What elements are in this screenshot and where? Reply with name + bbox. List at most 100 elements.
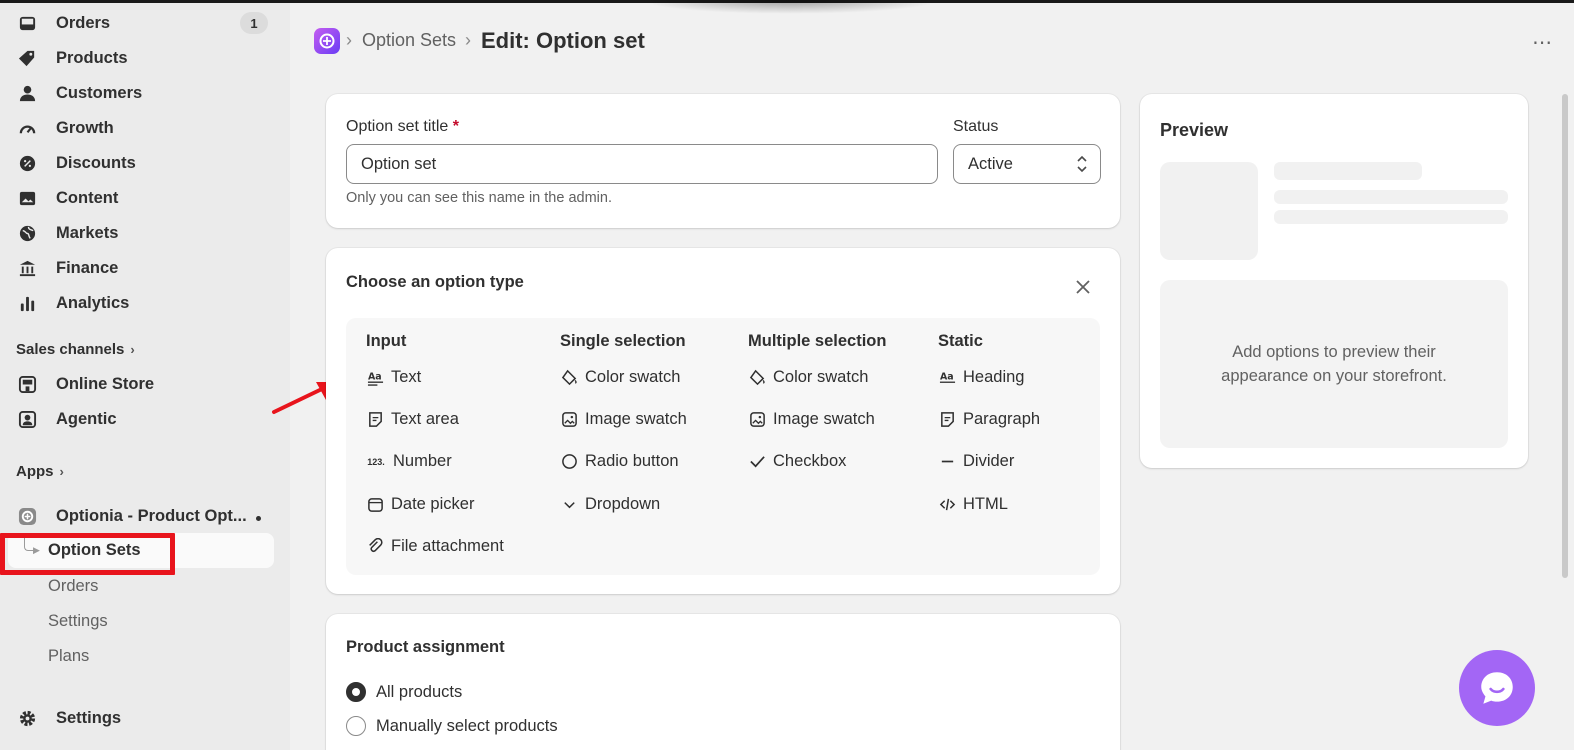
breadcrumb-separator-icon: › xyxy=(465,30,471,50)
sidebar-item-optionia-app[interactable]: Optionia - Product Opt... xyxy=(8,499,274,533)
sidebar-subitem-plans[interactable]: Plans xyxy=(48,647,89,666)
chat-launcher-button[interactable] xyxy=(1459,650,1535,726)
preview-image-skeleton xyxy=(1160,162,1258,260)
chevron-right-icon: › xyxy=(59,464,64,479)
app-status-dot xyxy=(256,516,261,521)
option-type-date-picker[interactable]: Date picker xyxy=(366,495,474,514)
option-type-file-attachment[interactable]: File attachment xyxy=(366,537,504,556)
preview-title: Preview xyxy=(1160,120,1229,140)
product-assignment-title: Product assignment xyxy=(346,638,505,656)
option-set-title-label: Option set title * xyxy=(346,118,459,135)
divider-icon xyxy=(938,453,956,471)
annotation-highlight-option-sets xyxy=(0,533,175,575)
sidebar-item-label: Markets xyxy=(56,223,119,242)
option-type-heading[interactable]: Aa Heading xyxy=(938,368,1024,387)
sidebar-subitem-settings[interactable]: Settings xyxy=(48,612,108,631)
chevron-right-icon: › xyxy=(130,342,135,357)
heading-icon: Aa xyxy=(938,369,956,387)
radio-all-products[interactable] xyxy=(346,682,366,702)
option-type-multi-color-swatch[interactable]: Color swatch xyxy=(748,368,868,387)
app-logo[interactable] xyxy=(314,28,340,54)
sidebar-item-content[interactable]: Content xyxy=(8,181,274,215)
sidebar-item-label: Settings xyxy=(56,708,122,727)
option-type-text[interactable]: Aa Text xyxy=(366,368,421,387)
option-type-single-image-swatch[interactable]: Image swatch xyxy=(560,410,687,429)
text-area-icon xyxy=(366,411,384,429)
sidebar-item-label: Discounts xyxy=(56,153,136,172)
sidebar-item-label: Content xyxy=(56,188,119,207)
sidebar-item-label: Products xyxy=(56,48,128,67)
apps-heading[interactable]: Apps › xyxy=(16,463,64,480)
status-select[interactable]: Active xyxy=(953,144,1101,184)
chat-bubble-icon xyxy=(1481,672,1513,704)
radio-manually-select-label[interactable]: Manually select products xyxy=(376,717,558,736)
number-icon: 123. xyxy=(367,456,385,467)
sidebar-item-markets[interactable]: Markets xyxy=(8,216,274,250)
sidebar-item-growth[interactable]: Growth xyxy=(8,111,274,145)
preview-empty-state: Add options to preview their appearance … xyxy=(1160,280,1508,448)
option-type-dropdown[interactable]: Dropdown xyxy=(560,495,660,514)
option-type-radio-button[interactable]: Radio button xyxy=(560,452,679,471)
preview-line-skeleton xyxy=(1274,210,1508,224)
breadcrumb-option-sets[interactable]: Option Sets xyxy=(362,30,456,51)
image-swatch-icon xyxy=(560,411,578,429)
paperclip-icon xyxy=(366,538,384,556)
sidebar-item-products[interactable]: Products xyxy=(8,41,274,75)
column-heading-multiple-selection: Multiple selection xyxy=(748,332,887,350)
sidebar-item-customers[interactable]: Customers xyxy=(8,76,274,110)
sidebar-item-label: Online Store xyxy=(56,374,155,393)
option-type-checkbox[interactable]: Checkbox xyxy=(748,452,846,471)
option-type-divider[interactable]: Divider xyxy=(938,452,1014,471)
column-heading-single-selection: Single selection xyxy=(560,332,686,350)
column-heading-static: Static xyxy=(938,332,983,350)
sidebar-item-agentic[interactable]: Agentic xyxy=(8,402,274,436)
option-type-number[interactable]: 123. Number xyxy=(366,452,451,471)
status-select-value: Active xyxy=(968,154,1013,173)
product-assignment-card: Product assignment All products Manually… xyxy=(326,614,1120,750)
person-icon xyxy=(16,82,38,104)
sidebar-item-label: Agentic xyxy=(56,409,117,428)
radio-all-products-label[interactable]: All products xyxy=(376,683,462,702)
sidebar: Orders 1 Products Customers Growth Disco… xyxy=(0,3,290,750)
option-type-paragraph[interactable]: Paragraph xyxy=(938,410,1040,429)
sidebar-item-label: Growth xyxy=(56,118,114,137)
sidebar-item-discounts[interactable]: Discounts xyxy=(8,146,274,180)
preview-line-skeleton xyxy=(1274,190,1508,204)
code-icon xyxy=(938,496,956,514)
text-icon: Aa xyxy=(366,369,384,387)
inbox-icon xyxy=(16,12,38,34)
option-set-title-input[interactable]: Option set xyxy=(346,144,938,184)
bar-chart-icon xyxy=(16,292,38,314)
option-type-single-color-swatch[interactable]: Color swatch xyxy=(560,368,680,387)
svg-text:Aa: Aa xyxy=(367,371,381,382)
gauge-icon xyxy=(16,117,38,139)
image-swatch-icon xyxy=(748,411,766,429)
sales-channels-heading[interactable]: Sales channels › xyxy=(16,341,135,358)
store-icon xyxy=(16,373,38,395)
title-help-text: Only you can see this name in the admin. xyxy=(346,190,612,206)
page-scrollbar[interactable] xyxy=(1562,94,1568,578)
paint-bucket-icon xyxy=(560,369,578,387)
app-icon xyxy=(16,505,38,527)
option-type-text-area[interactable]: Text area xyxy=(366,410,459,429)
top-shadow xyxy=(640,0,940,14)
close-icon[interactable] xyxy=(1074,278,1092,296)
page-title: Edit: Option set xyxy=(481,28,645,53)
sidebar-subitem-orders[interactable]: Orders xyxy=(48,577,98,596)
more-actions-button[interactable]: ⋯ xyxy=(1532,30,1553,55)
gear-icon xyxy=(16,707,38,729)
preview-card: Preview Add options to preview their app… xyxy=(1140,94,1528,468)
sidebar-item-label: Analytics xyxy=(56,293,130,312)
option-type-html[interactable]: HTML xyxy=(938,495,1008,514)
sidebar-item-analytics[interactable]: Analytics xyxy=(8,286,274,320)
sidebar-item-orders[interactable]: Orders 1 xyxy=(8,6,274,40)
chevron-down-icon xyxy=(560,496,578,514)
sidebar-item-finance[interactable]: Finance xyxy=(8,251,274,285)
column-heading-input: Input xyxy=(366,332,407,350)
bank-icon xyxy=(16,257,38,279)
breadcrumb-separator-icon: › xyxy=(346,30,352,50)
radio-manually-select[interactable] xyxy=(346,716,366,736)
sidebar-item-online-store[interactable]: Online Store xyxy=(8,367,274,401)
option-type-multi-image-swatch[interactable]: Image swatch xyxy=(748,410,875,429)
sidebar-item-settings[interactable]: Settings xyxy=(8,701,274,735)
